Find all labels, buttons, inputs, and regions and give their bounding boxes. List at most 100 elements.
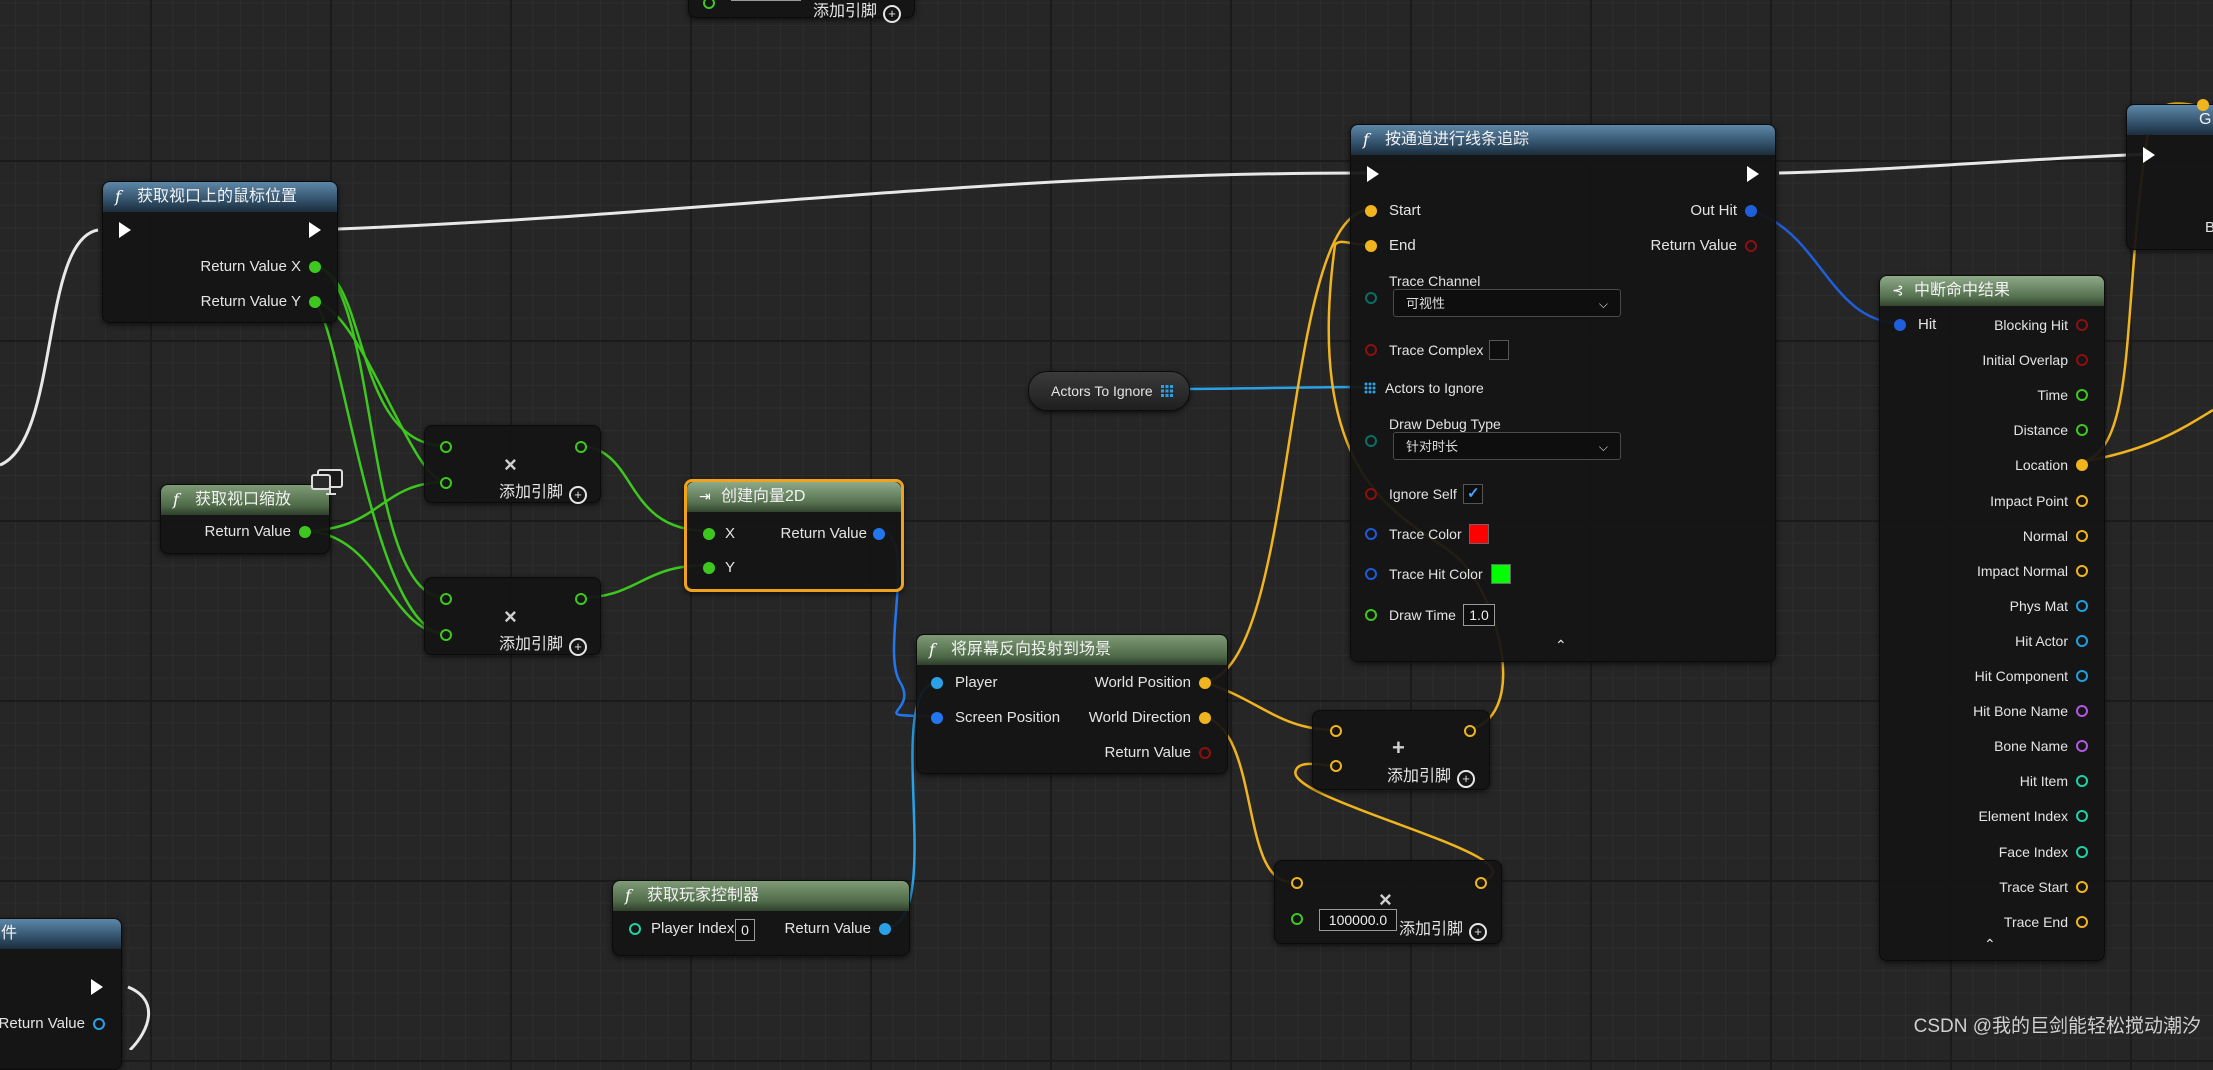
add-vector-node[interactable]: + 添加引脚 + — [1312, 710, 1490, 790]
color-input-pin[interactable] — [1365, 528, 1377, 540]
output-pin[interactable] — [2076, 845, 2088, 858]
int-input-pin[interactable] — [629, 923, 641, 935]
exec-input-pin[interactable] — [2143, 147, 2155, 163]
ignore-self-checkbox[interactable] — [1463, 484, 1483, 504]
output-pin[interactable] — [2076, 775, 2088, 788]
output-pin[interactable] — [2076, 389, 2088, 402]
float-input-pin[interactable] — [703, 562, 715, 574]
float-output-pin[interactable] — [299, 526, 311, 538]
vector-output-pin[interactable] — [1199, 677, 1211, 689]
bool-output-pin[interactable] — [1745, 240, 1757, 252]
float-output-pin[interactable] — [309, 296, 321, 308]
vector-input-pin[interactable] — [1291, 877, 1303, 889]
output-pin[interactable] — [2076, 319, 2088, 331]
float-input-pin[interactable] — [440, 593, 452, 605]
add-pin-button[interactable]: 添加引脚 + — [1387, 762, 1476, 788]
deproject-screen-node[interactable]: f 将屏幕反向投射到场景 Player Screen Position World… — [916, 634, 1228, 774]
draw-debug-type-dropdown[interactable]: 针对时长 ⌵ — [1393, 432, 1621, 460]
output-pin[interactable] — [2076, 880, 2088, 893]
object-output-pin[interactable] — [93, 1018, 105, 1030]
add-pin-button[interactable]: 添加引脚 + — [813, 0, 902, 23]
output-pin[interactable] — [2076, 599, 2088, 612]
array-input-pin[interactable] — [1364, 382, 1376, 394]
bool-input-pin[interactable] — [1365, 488, 1377, 500]
float-input-pin[interactable] — [440, 441, 452, 453]
output-pin[interactable] — [2076, 740, 2088, 753]
output-pin[interactable] — [2076, 705, 2088, 718]
pin-label: Bone Name — [1994, 738, 2068, 755]
float-input-pin[interactable] — [440, 477, 452, 489]
multiply-node[interactable]: × 添加引脚 + — [424, 577, 601, 656]
break-hit-result-node[interactable]: ⊰ 中断命中结果 Hit Blocking Hit Initial Overlap T… — [1879, 275, 2105, 961]
output-pin[interactable] — [2076, 494, 2088, 507]
vector-input-pin[interactable] — [2197, 99, 2209, 111]
add-pin-button[interactable]: 添加引脚 + — [499, 630, 588, 656]
actors-to-ignore-variable[interactable]: Actors To Ignore — [1028, 371, 1190, 411]
bool-output-pin[interactable] — [1199, 747, 1211, 759]
float-input-pin[interactable] — [703, 528, 715, 540]
vector-input-pin[interactable] — [1365, 240, 1377, 252]
output-pin[interactable] — [2076, 529, 2088, 542]
output-pin[interactable] — [2076, 459, 2088, 472]
get-player-controller-node[interactable]: f 获取玩家控制器 Player Index 0 Return Value — [612, 880, 910, 956]
get-viewport-scale-node[interactable]: f 获取视口缩放 Return Value — [160, 484, 330, 554]
partial-right-node[interactable]: G B — [2126, 99, 2213, 250]
bool-input-pin[interactable] — [1365, 344, 1377, 356]
partial-top-node[interactable]: 添加引脚 + — [688, 0, 915, 23]
collapse-chevron-icon[interactable]: ⌃ — [1555, 637, 1567, 654]
trace-hit-color-swatch[interactable] — [1491, 564, 1511, 584]
trace-color-swatch[interactable] — [1469, 524, 1489, 544]
output-pin[interactable] — [2076, 810, 2088, 823]
vector-input-pin[interactable] — [1330, 760, 1342, 772]
vector2d-input-pin[interactable] — [931, 712, 943, 724]
trace-complex-checkbox[interactable] — [1489, 340, 1509, 360]
exec-output-pin[interactable] — [91, 979, 103, 995]
pin-label: Distance — [2013, 422, 2068, 439]
float-input-pin[interactable] — [703, 0, 715, 9]
output-pin[interactable] — [2076, 634, 2088, 647]
output-pin[interactable] — [2076, 915, 2088, 928]
exec-output-pin[interactable] — [309, 222, 321, 238]
get-mouse-position-node[interactable]: f 获取视口上的鼠标位置 Return Value X Return Value … — [102, 181, 338, 323]
multiply-vector-node[interactable]: 100000.0 × 添加引脚 + — [1274, 860, 1502, 944]
exec-output-pin[interactable] — [1747, 166, 1759, 182]
float-input-pin[interactable] — [1365, 609, 1377, 621]
collapse-chevron-icon[interactable]: ⌃ — [1984, 936, 1996, 953]
enum-input-pin[interactable] — [1365, 292, 1377, 304]
player-index-input[interactable]: 0 — [735, 919, 755, 941]
vector2d-output-pin[interactable] — [873, 528, 885, 540]
line-trace-by-channel-node[interactable]: f 按通道进行线条追踪 Start End Out Hit Return Valu… — [1350, 124, 1776, 662]
color-input-pin[interactable] — [1365, 568, 1377, 580]
array-pin-icon[interactable] — [1161, 385, 1173, 397]
float-input-pin[interactable] — [440, 629, 452, 641]
output-pin[interactable] — [2076, 564, 2088, 577]
pin-label: Return Value — [1650, 237, 1737, 254]
trace-channel-dropdown[interactable]: 可视性 ⌵ — [1393, 289, 1621, 317]
value-box[interactable] — [731, 0, 801, 1]
make-vector2d-node[interactable]: ⇥ 创建向量2D X Y Return Value — [684, 479, 904, 592]
multiply-node[interactable]: × 添加引脚 + — [424, 425, 601, 504]
enum-input-pin[interactable] — [1365, 435, 1377, 447]
vector-output-pin[interactable] — [1199, 712, 1211, 724]
output-pin[interactable] — [2076, 670, 2088, 682]
object-input-pin[interactable] — [931, 677, 943, 689]
vector-input-pin[interactable] — [1365, 205, 1377, 217]
hit-result-input-pin[interactable] — [1894, 319, 1906, 331]
partial-bottom-left-node[interactable]: 件 Return Value — [0, 918, 122, 1070]
exec-input-pin[interactable] — [119, 222, 131, 238]
object-output-pin[interactable] — [879, 923, 891, 935]
hit-result-output-pin[interactable] — [1745, 205, 1757, 217]
float-output-pin[interactable] — [575, 593, 587, 605]
add-pin-button[interactable]: 添加引脚 + — [1399, 915, 1488, 941]
float-input-pin[interactable] — [1291, 913, 1303, 925]
vector-output-pin[interactable] — [1475, 877, 1487, 889]
draw-time-input[interactable]: 1.0 — [1463, 604, 1495, 626]
vector-output-pin[interactable] — [1464, 725, 1476, 737]
output-pin[interactable] — [2076, 424, 2088, 437]
vector-input-pin[interactable] — [1330, 725, 1342, 737]
add-pin-button[interactable]: 添加引脚 + — [499, 478, 588, 504]
output-pin[interactable] — [2076, 354, 2088, 367]
float-output-pin[interactable] — [575, 441, 587, 453]
exec-input-pin[interactable] — [1367, 166, 1379, 182]
float-output-pin[interactable] — [309, 261, 321, 273]
